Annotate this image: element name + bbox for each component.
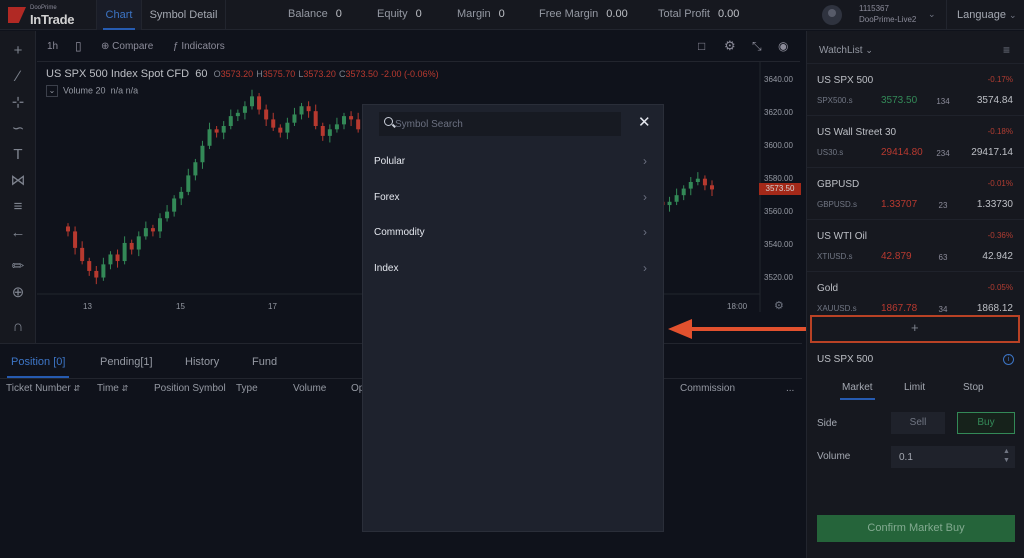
close-icon[interactable]: ✕ <box>638 115 651 131</box>
category-commodity[interactable]: Commodity › <box>363 216 663 252</box>
category-index[interactable]: Index › <box>363 252 663 288</box>
category-label: Index <box>374 263 399 274</box>
search-icon <box>384 117 393 126</box>
symbol-search-dialog: ✕ Polular › Forex › Commodity › Index › <box>362 104 664 532</box>
chevron-right-icon: › <box>643 261 647 275</box>
chevron-right-icon: › <box>643 154 647 168</box>
category-label: Polular <box>374 156 406 167</box>
category-popular[interactable]: Polular › <box>363 145 663 181</box>
category-label: Commodity <box>374 227 425 238</box>
category-label: Forex <box>374 192 400 203</box>
chevron-right-icon: › <box>643 225 647 239</box>
category-forex[interactable]: Forex › <box>363 181 663 217</box>
chevron-right-icon: › <box>643 190 647 204</box>
symbol-search-box <box>379 112 621 136</box>
symbol-search-input[interactable] <box>395 112 615 136</box>
annotation-arrow-icon <box>668 319 806 339</box>
